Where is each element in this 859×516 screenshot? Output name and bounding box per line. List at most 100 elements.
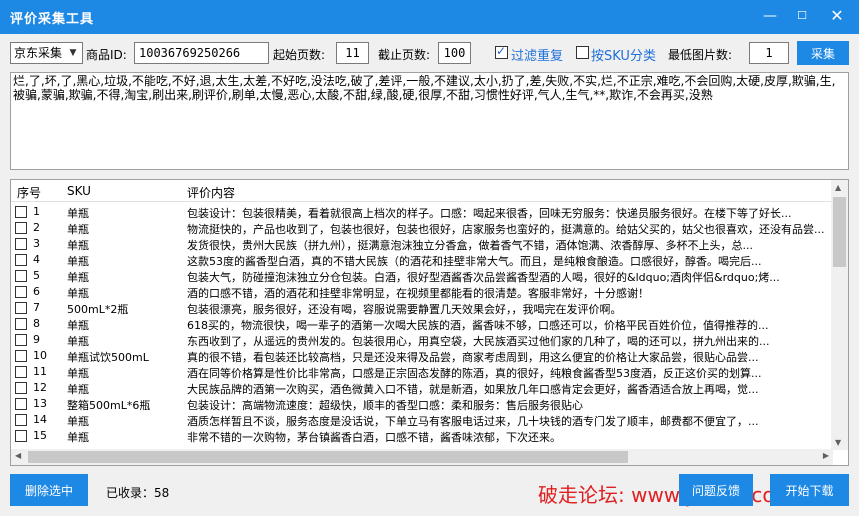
collected-count: 已收录：58: [106, 484, 169, 501]
row-sku: 单瓶: [67, 271, 89, 284]
row-index: 3: [33, 237, 40, 250]
scroll-up-icon[interactable]: ▲: [835, 183, 841, 192]
row-checkbox[interactable]: [15, 318, 27, 330]
row-checkbox[interactable]: [15, 206, 27, 218]
filter-dup-checkbox[interactable]: [495, 44, 508, 59]
table-row[interactable]: 1 单瓶 包装设计：包装很精美，看着就很高上档次的样子。口感：喝起来很香，回味无穷服…: [11, 204, 831, 220]
table-row[interactable]: 7 500mL*2瓶 包装很漂亮，服务很好，还没有喝，容服说需要静置几天效果会好，，…: [11, 300, 831, 316]
row-comment: 酒在同等价格算是性价比非常高，口感是正宗固态发酵的陈酒，真的很好，纯粮食酱香型5…: [187, 367, 762, 380]
scroll-thumb[interactable]: [833, 197, 846, 267]
row-index: 11: [33, 365, 47, 378]
row-sku: 单瓶: [67, 383, 89, 396]
filter-words-textarea[interactable]: 烂,了,坏,了,黑心,垃圾,不能吃,不好,退,太生,太差,不好吃,没法吃,破了,…: [10, 72, 849, 170]
row-sku: 单瓶: [67, 431, 89, 444]
hscroll-thumb[interactable]: [28, 451, 628, 463]
row-sku: 单瓶: [67, 287, 89, 300]
table-row[interactable]: 15 单瓶 非常不错的一次购物，茅台镇酱香白酒，口感不错，酱香味浓郁，下次还来。: [11, 428, 831, 444]
row-checkbox[interactable]: [15, 238, 27, 250]
table-row[interactable]: 11 单瓶 酒在同等价格算是性价比非常高，口感是正宗固态发酵的陈酒，真的很好，纯粮食…: [11, 364, 831, 380]
scroll-left-icon[interactable]: ◀: [15, 451, 21, 460]
row-sku: 单瓶: [67, 223, 89, 236]
row-sku: 单瓶: [67, 335, 89, 348]
row-index: 15: [33, 429, 47, 442]
table-row[interactable]: 14 单瓶 酒质怎样暂且不谈，服务态度是没话说，下单立马有客服电话过来，几十块钱的酒…: [11, 412, 831, 428]
row-checkbox[interactable]: [15, 398, 27, 410]
table-header: 序号 SKU 评价内容: [11, 180, 831, 202]
row-checkbox[interactable]: [15, 350, 27, 362]
start-page-label: 起始页数:: [273, 48, 326, 62]
table-row[interactable]: 6 单瓶 酒的口感不错，酒的酒花和挂壁非常明显，在视频里都能看的很清楚。客服非常好，…: [11, 284, 831, 300]
row-comment: 618买的，物流很快，喝一辈子的酒第一次喝大民族的酒，酱香味不够，口感还可以，价…: [187, 319, 769, 332]
start-download-button[interactable]: 开始下载: [770, 474, 849, 506]
row-checkbox[interactable]: [15, 286, 27, 298]
vertical-scrollbar[interactable]: ▲ ▼: [831, 180, 848, 450]
min-images-input[interactable]: 1: [749, 42, 789, 64]
row-comment: 发货很快，贵州大民族（拼九州），挺满意泡沫独立分香盒，做着香气不错，酒体饱满、浓…: [187, 239, 753, 252]
table-row[interactable]: 12 单瓶 大民族品牌的酒第一次购买，酒色微黄入口不错，就是新酒，如果放几年口感肯定…: [11, 380, 831, 396]
row-sku: 单瓶: [67, 319, 89, 332]
table-row[interactable]: 3 单瓶 发货很快，贵州大民族（拼九州），挺满意泡沫独立分香盒，做着香气不错，酒体饱…: [11, 236, 831, 252]
end-page-input[interactable]: 100: [438, 42, 471, 64]
collect-button[interactable]: 采集: [797, 41, 849, 65]
chevron-down-icon: ▼: [69, 48, 77, 58]
row-checkbox[interactable]: [15, 222, 27, 234]
by-sku-label[interactable]: 按SKU分类: [591, 45, 656, 64]
minimize-icon[interactable]: —: [759, 6, 781, 26]
row-sku: 单瓶试饮500mL: [67, 351, 149, 364]
count-value: 58: [154, 486, 170, 500]
row-index: 5: [33, 269, 40, 282]
by-sku-checkbox[interactable]: [576, 46, 589, 59]
row-index: 2: [33, 221, 40, 234]
close-icon[interactable]: ✕: [826, 6, 848, 26]
table-row[interactable]: 5 单瓶 包装大气，防碰撞泡沫独立分仓包装。白酒，很好型酒酱香次品尝酱香型酒的人喝，…: [11, 268, 831, 284]
maximize-icon[interactable]: ☐: [791, 6, 813, 26]
header-sku: SKU: [67, 184, 91, 198]
row-comment: 大民族品牌的酒第一次购买，酒色微黄入口不错，就是新酒，如果放几年口感肯定会更好，…: [187, 383, 759, 396]
row-sku: 单瓶: [67, 415, 89, 428]
count-label: 已收录：: [106, 486, 155, 500]
row-checkbox[interactable]: [15, 382, 27, 394]
row-sku: 单瓶: [67, 207, 89, 220]
row-checkbox[interactable]: [15, 366, 27, 378]
delete-selected-button[interactable]: 删除选中: [10, 474, 88, 506]
row-sku: 单瓶: [67, 239, 89, 252]
row-sku: 单瓶: [67, 255, 89, 268]
row-sku: 500mL*2瓶: [67, 303, 129, 316]
filter-dup-label[interactable]: 过滤重复: [511, 45, 563, 64]
row-checkbox[interactable]: [15, 430, 27, 442]
row-checkbox[interactable]: [15, 302, 27, 314]
row-index: 13: [33, 397, 47, 410]
start-page-input[interactable]: 11: [336, 42, 369, 64]
row-index: 9: [33, 333, 40, 346]
feedback-button[interactable]: 问题反馈: [679, 474, 753, 506]
row-checkbox[interactable]: [15, 254, 27, 266]
source-select[interactable]: 京东采集 ▼: [10, 42, 83, 64]
product-id-input[interactable]: 10036769250266: [134, 42, 269, 64]
row-comment: 非常不错的一次购物，茅台镇酱香白酒，口感不错，酱香味浓郁，下次还来。: [187, 431, 561, 444]
row-checkbox[interactable]: [15, 270, 27, 282]
row-sku: 单瓶: [67, 367, 89, 380]
scroll-right-icon[interactable]: ▶: [823, 451, 829, 460]
table-body: 1 单瓶 包装设计：包装很精美，看着就很高上档次的样子。口感：喝起来很香，回味无穷服…: [11, 204, 831, 444]
table-row[interactable]: 2 单瓶 物流挺快的，产品也收到了，包装也很好，包装也很好，店家服务也蛮好的，挺满意…: [11, 220, 831, 236]
row-index: 10: [33, 349, 47, 362]
row-checkbox[interactable]: [15, 334, 27, 346]
comments-table: 序号 SKU 评价内容 1 单瓶 包装设计：包装很精美，看着就很高上档次的样子。口感…: [10, 179, 849, 466]
min-images-label: 最低图片数:: [668, 48, 733, 62]
scroll-down-icon[interactable]: ▼: [835, 438, 841, 447]
table-row[interactable]: 10 单瓶试饮500mL 真的很不错，看包装还比较高档，只是还没来得及品尝，商家考虑…: [11, 348, 831, 364]
row-comment: 物流挺快的，产品也收到了，包装也很好，包装也很好，店家服务也蛮好的，挺满意的。给…: [187, 223, 825, 236]
row-sku: 整箱500mL*6瓶: [67, 399, 151, 412]
table-row[interactable]: 13 整箱500mL*6瓶 包装设计：高端物流速度：超级快，顺丰的香型口感：柔和服务…: [11, 396, 831, 412]
horizontal-scrollbar[interactable]: ◀ ▶: [11, 449, 833, 465]
row-comment: 包装大气，防碰撞泡沫独立分仓包装。白酒，很好型酒酱香次品尝酱香型酒的人喝，很好的…: [187, 271, 780, 284]
watermark-text: 破走论坛: www.pozou.com: [538, 483, 795, 507]
header-index: 序号: [17, 186, 42, 200]
row-index: 12: [33, 381, 47, 394]
table-row[interactable]: 4 单瓶 这款53度的酱香型白酒，真的不错大民族（的酒花和挂壁非常大气。而且，是纯粮…: [11, 252, 831, 268]
table-row[interactable]: 9 单瓶 东西收到了，从遥远的贵州发的。包装很用心，用真空袋，大民族酒买过他们家的几…: [11, 332, 831, 348]
row-comment: 真的很不错，看包装还比较高档，只是还没来得及品尝，商家考虑周到，用这么便宜的价格…: [187, 351, 759, 364]
table-row[interactable]: 8 单瓶 618买的，物流很快，喝一辈子的酒第一次喝大民族的酒，酱香味不够，口感还可…: [11, 316, 831, 332]
toolbar: 京东采集 ▼ 商品ID: 10036769250266 起始页数: 11 截止页…: [0, 34, 859, 72]
row-checkbox[interactable]: [15, 414, 27, 426]
